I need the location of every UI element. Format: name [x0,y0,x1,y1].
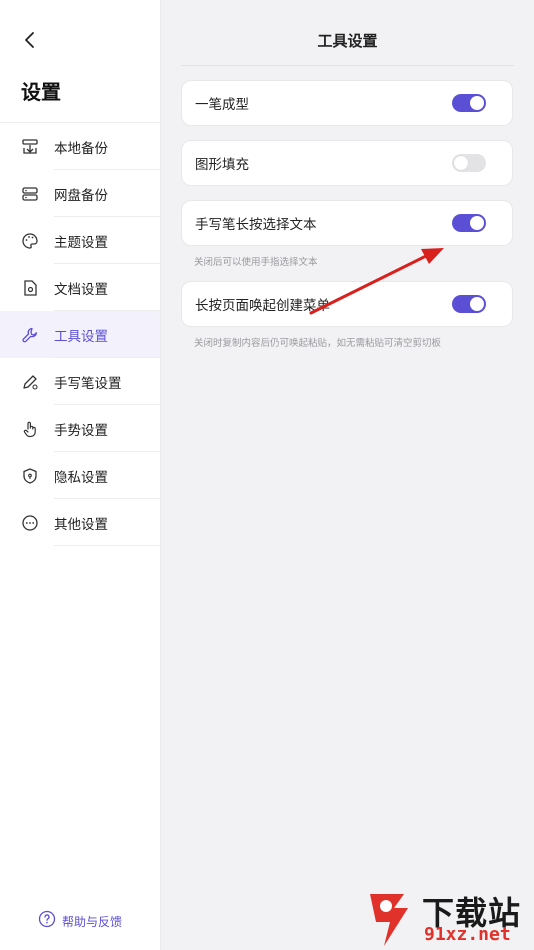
shield-icon [20,466,40,486]
wrench-icon [20,325,40,345]
sidebar-item-label: 其他设置 [54,516,108,533]
shape-fill-toggle[interactable] [452,154,486,172]
sidebar-item-privacy[interactable]: 隐私设置 [0,452,160,499]
setting-label: 手写笔长按选择文本 [195,217,317,233]
more-icon [20,513,40,533]
local-backup-icon [20,137,40,157]
help-feedback-link[interactable]: 帮助与反馈 [38,910,122,932]
pen-settings-icon [20,372,40,392]
watermark-url: 91xz.net [424,924,511,945]
watermark-logo-icon [370,894,408,946]
sidebar-item-theme[interactable]: 主题设置 [0,217,160,264]
sidebar-item-gesture[interactable]: 手势设置 [0,405,160,452]
main-panel: 工具设置 一笔成型 图形填充 手写笔长按选择文本 关闭后可以使用手指选择文本 长… [161,0,534,950]
watermark: 下载站 91xz.net [362,884,534,950]
divider [181,65,514,66]
back-icon[interactable] [18,28,42,52]
sidebar-item-cloud-backup[interactable]: 网盘备份 [0,170,160,217]
sidebar-item-label: 主题设置 [54,234,108,251]
setting-hint: 关闭后可以使用手指选择文本 [194,257,318,268]
sidebar-item-other[interactable]: 其他设置 [0,499,160,546]
cloud-backup-icon [20,184,40,204]
sidebar-item-label: 手势设置 [54,422,108,439]
one-stroke-toggle[interactable] [452,94,486,112]
sidebar-item-label: 本地备份 [54,140,108,157]
sidebar-item-pen[interactable]: 手写笔设置 [0,358,160,405]
sidebar: 设置 本地备份 网盘备份 主题设置 文档设置 工具设置 手写笔设置 手势设置 隐… [0,0,161,950]
sidebar-item-label: 文档设置 [54,281,108,298]
long-press-menu-toggle[interactable] [452,295,486,313]
setting-row-one-stroke: 一笔成型 [181,80,513,126]
page-title: 工具设置 [317,32,378,50]
sidebar-menu: 本地备份 网盘备份 主题设置 文档设置 工具设置 手写笔设置 手势设置 隐私设置… [0,122,160,546]
palette-icon [20,231,40,251]
pen-long-press-toggle[interactable] [452,214,486,232]
setting-row-pen-long-press: 手写笔长按选择文本 [181,200,513,246]
sidebar-item-label: 工具设置 [54,328,108,345]
setting-hint: 关闭时复制内容后仍可唤起粘贴，如无需粘贴可清空剪切板 [194,338,442,349]
help-label: 帮助与反馈 [62,914,123,929]
sidebar-item-label: 网盘备份 [54,187,108,204]
hand-gesture-icon [20,419,40,439]
sidebar-title: 设置 [21,80,61,104]
setting-label: 图形填充 [195,157,249,173]
sidebar-item-local-backup[interactable]: 本地备份 [0,123,160,170]
setting-label: 一笔成型 [195,97,249,113]
document-settings-icon [20,278,40,298]
setting-label: 长按页面唤起创建菜单 [195,298,330,314]
sidebar-item-label: 隐私设置 [54,469,108,486]
help-icon [38,910,56,932]
sidebar-item-tools[interactable]: 工具设置 [0,311,160,358]
setting-row-shape-fill: 图形填充 [181,140,513,186]
sidebar-item-label: 手写笔设置 [54,375,122,392]
sidebar-item-document[interactable]: 文档设置 [0,264,160,311]
setting-row-long-press-menu: 长按页面唤起创建菜单 [181,281,513,327]
